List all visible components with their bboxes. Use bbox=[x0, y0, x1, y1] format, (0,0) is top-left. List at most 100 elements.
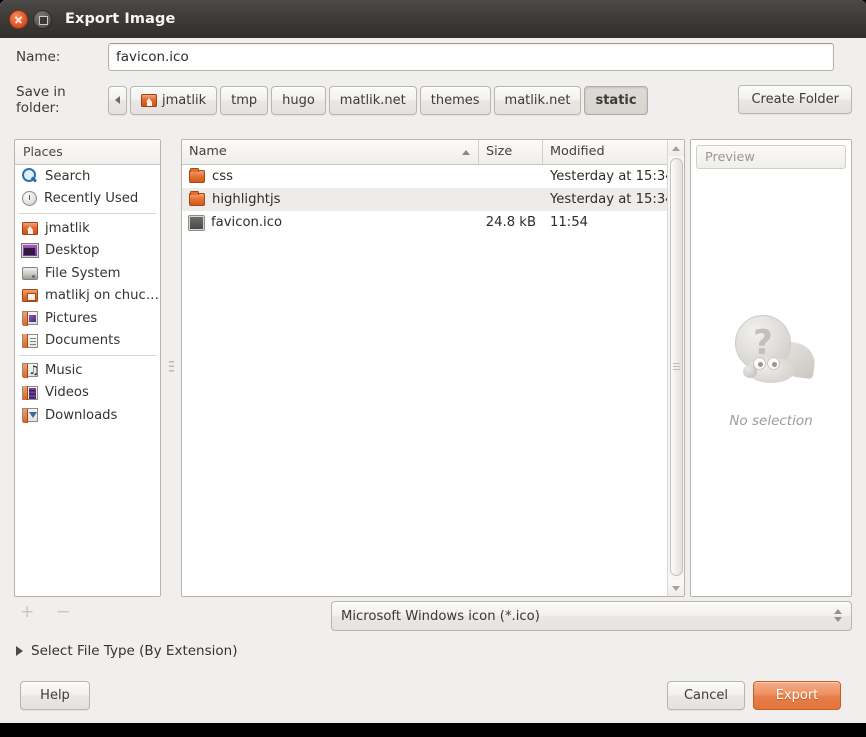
documents-folder-icon bbox=[22, 333, 38, 349]
sidebar-item-label: matlikj on chuc… bbox=[45, 288, 159, 304]
chevron-right-icon bbox=[16, 646, 23, 656]
folder-icon bbox=[189, 191, 205, 206]
chevron-updown-icon bbox=[834, 609, 842, 622]
cancel-button[interactable]: Cancel bbox=[667, 681, 745, 710]
sidebar-item-matlikj-on-chuck[interactable]: matlikj on chuc… bbox=[15, 285, 160, 308]
breadcrumb-label: themes bbox=[430, 92, 480, 108]
breadcrumb-back-button[interactable] bbox=[108, 85, 127, 115]
dialog-panes: Places Search Recently Used jmatlik Desk… bbox=[14, 139, 852, 597]
breadcrumb-label: matlik.net bbox=[504, 92, 571, 108]
sidebar-item-label: Videos bbox=[45, 385, 89, 401]
breadcrumb-label: hugo bbox=[282, 92, 315, 108]
breadcrumb-item-tmp[interactable]: tmp bbox=[220, 85, 269, 115]
sidebar-item-file-system[interactable]: File System bbox=[15, 262, 160, 285]
sidebar-item-search[interactable]: Search bbox=[15, 165, 160, 188]
breadcrumb-item-matlik-net-2[interactable]: matlik.net bbox=[493, 85, 582, 115]
file-name-label: css bbox=[212, 169, 233, 184]
preview-pane: Preview ? No selection bbox=[690, 139, 852, 597]
sidebar-item-label: Search bbox=[45, 168, 91, 184]
dialog-action-row: Help Cancel Export bbox=[0, 676, 866, 723]
breadcrumb-item-static[interactable]: static bbox=[584, 85, 648, 115]
breadcrumb-item-hugo[interactable]: hugo bbox=[271, 85, 326, 115]
scrollbar-grip-icon bbox=[673, 362, 680, 372]
scrollbar-thumb[interactable] bbox=[670, 158, 683, 576]
scroll-up-icon[interactable] bbox=[668, 140, 684, 156]
file-name-label: favicon.ico bbox=[211, 215, 283, 230]
name-label: Name: bbox=[16, 49, 61, 65]
column-header-size[interactable]: Size bbox=[479, 140, 543, 164]
help-button[interactable]: Help bbox=[20, 681, 90, 710]
maximize-icon[interactable] bbox=[33, 9, 52, 29]
file-name-cell: highlightjs bbox=[182, 191, 479, 207]
preview-tab-label: Preview bbox=[696, 145, 846, 169]
sidebar-item-label: Desktop bbox=[45, 243, 100, 259]
folder-icon bbox=[189, 168, 205, 183]
sidebar-item-pictures[interactable]: Pictures bbox=[15, 307, 160, 330]
export-image-dialog: Export Image Name: Save in folder: jmatl… bbox=[0, 0, 866, 737]
file-list-scrollbar[interactable] bbox=[667, 140, 684, 596]
save-in-folder-row: Save in folder: jmatlik tmp hugo matlik.… bbox=[0, 82, 866, 118]
breadcrumb-item-themes[interactable]: themes bbox=[419, 85, 491, 115]
table-row[interactable]: css Yesterday at 15:34 bbox=[182, 165, 684, 188]
downloads-folder-icon bbox=[22, 408, 38, 423]
videos-folder-icon bbox=[22, 385, 38, 401]
chevron-left-icon bbox=[115, 96, 120, 104]
pictures-folder-icon bbox=[22, 311, 38, 326]
table-row[interactable]: favicon.ico 24.8 kB 11:54 bbox=[182, 211, 684, 234]
title-bar: Export Image bbox=[0, 0, 866, 38]
sidebar-item-downloads[interactable]: Downloads bbox=[15, 404, 160, 427]
sidebar-divider bbox=[19, 355, 156, 356]
preview-body: ? No selection bbox=[691, 169, 851, 573]
sidebar-item-recently-used[interactable]: Recently Used bbox=[15, 188, 160, 211]
sidebar-item-label: Recently Used bbox=[44, 191, 139, 207]
sidebar-item-videos[interactable]: Videos bbox=[15, 382, 160, 405]
column-header-modified[interactable]: Modified bbox=[543, 140, 684, 164]
file-type-selected-label: Microsoft Windows icon (*.ico) bbox=[341, 608, 540, 624]
file-type-combo[interactable]: Microsoft Windows icon (*.ico) bbox=[331, 601, 852, 631]
sidebar-item-jmatlik[interactable]: jmatlik bbox=[15, 217, 160, 240]
pane-splitter[interactable] bbox=[162, 139, 181, 597]
close-icon[interactable] bbox=[9, 9, 28, 29]
desktop-icon bbox=[21, 243, 39, 259]
remove-bookmark-button[interactable]: − bbox=[56, 604, 70, 621]
select-file-type-expander[interactable]: Select File Type (By Extension) bbox=[16, 643, 237, 659]
select-file-type-label: Select File Type (By Extension) bbox=[31, 643, 238, 659]
sidebar-item-label: Pictures bbox=[45, 310, 98, 326]
file-list: Name Size Modified css Yesterday at 15:3… bbox=[181, 139, 685, 597]
sidebar-item-label: File System bbox=[45, 265, 121, 281]
file-list-header: Name Size Modified bbox=[182, 140, 684, 165]
column-header-label: Name bbox=[189, 144, 227, 159]
sidebar-item-desktop[interactable]: Desktop bbox=[15, 240, 160, 263]
window-bottom-edge bbox=[0, 723, 866, 737]
sidebar-item-label: Downloads bbox=[45, 407, 118, 423]
sidebar-item-music[interactable]: Music bbox=[15, 359, 160, 382]
places-sidebar: Places Search Recently Used jmatlik Desk… bbox=[14, 139, 161, 597]
breadcrumb-item-jmatlik[interactable]: jmatlik bbox=[130, 85, 218, 115]
home-folder-icon bbox=[22, 221, 38, 235]
name-row: Name: bbox=[0, 38, 866, 76]
column-header-name[interactable]: Name bbox=[182, 140, 479, 164]
sidebar-item-label: jmatlik bbox=[45, 220, 90, 236]
file-modified-cell: Yesterday at 15:34 bbox=[550, 192, 674, 207]
breadcrumb-label: matlik.net bbox=[339, 92, 406, 108]
file-name-cell: favicon.ico bbox=[182, 214, 479, 231]
search-icon bbox=[22, 168, 38, 184]
sidebar-item-documents[interactable]: Documents bbox=[15, 330, 160, 353]
harddisk-icon bbox=[22, 266, 38, 280]
add-bookmark-button[interactable]: + bbox=[20, 604, 34, 621]
wilber-question-icon: ? bbox=[723, 313, 819, 391]
places-header: Places bbox=[15, 140, 160, 165]
window-title: Export Image bbox=[65, 11, 176, 27]
sidebar-divider bbox=[19, 213, 156, 214]
remote-folder-icon bbox=[22, 289, 38, 303]
scroll-down-icon[interactable] bbox=[668, 580, 684, 596]
clock-icon bbox=[22, 191, 37, 207]
filename-input[interactable] bbox=[108, 43, 834, 71]
breadcrumb-label: jmatlik bbox=[162, 92, 207, 108]
file-name-label: highlightjs bbox=[212, 192, 281, 207]
table-row[interactable]: highlightjs Yesterday at 15:34 bbox=[182, 188, 684, 211]
export-button[interactable]: Export bbox=[753, 681, 841, 710]
breadcrumb-label: static bbox=[595, 92, 637, 108]
breadcrumb-item-matlik-net-1[interactable]: matlik.net bbox=[328, 85, 417, 115]
create-folder-button[interactable]: Create Folder bbox=[738, 85, 852, 114]
